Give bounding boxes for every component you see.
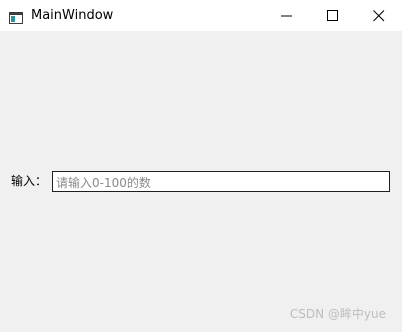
close-button[interactable]	[356, 0, 402, 31]
number-input[interactable]	[53, 173, 389, 193]
watermark-text: CSDN @眸中yue	[289, 307, 386, 321]
number-input-box[interactable]	[52, 171, 390, 193]
input-label: 输入：	[11, 174, 48, 188]
main-window: MainWindow 输入： CSDN @眸中yue	[0, 0, 402, 332]
close-icon	[373, 10, 385, 22]
maximize-button[interactable]	[310, 0, 356, 31]
window-title: MainWindow	[31, 8, 114, 23]
minimize-button[interactable]	[264, 0, 310, 31]
window-app-icon[interactable]	[9, 9, 23, 24]
title-bar[interactable]: MainWindow	[0, 0, 402, 31]
minimize-icon	[281, 15, 292, 17]
maximize-icon	[327, 10, 338, 21]
